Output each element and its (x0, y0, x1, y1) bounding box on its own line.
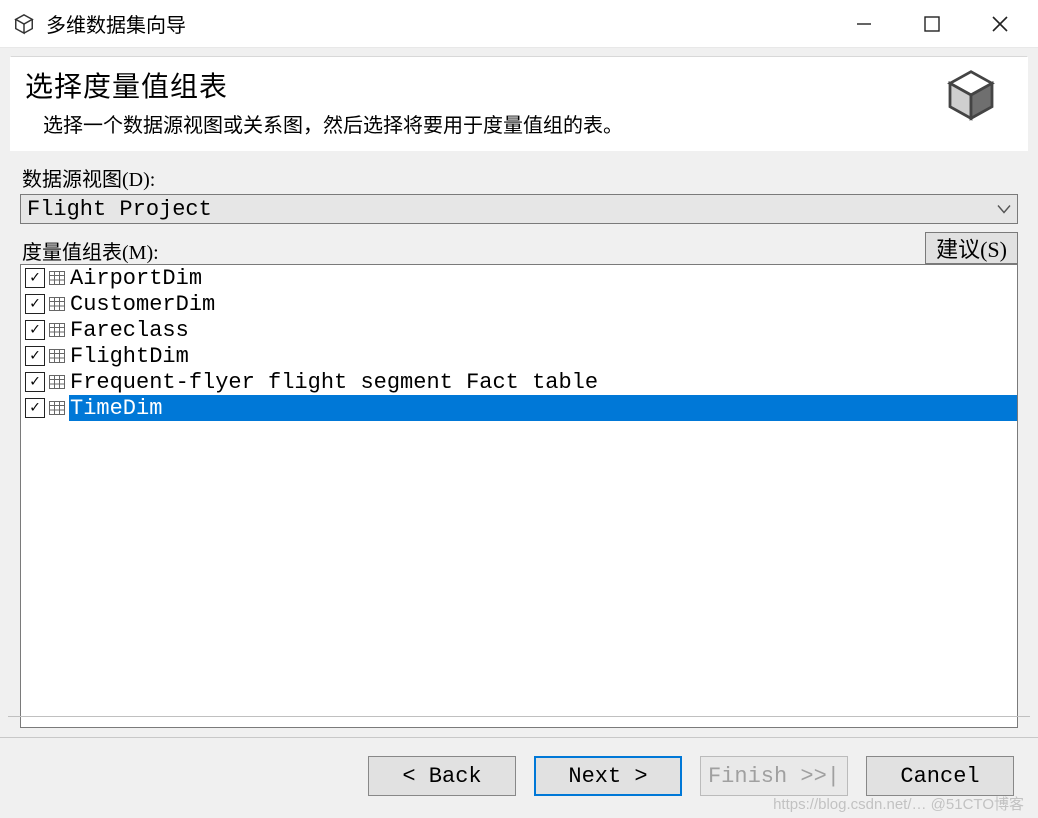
checkbox[interactable]: ✓ (25, 320, 45, 340)
measure-label: 度量值组表(M): (20, 232, 925, 265)
next-button[interactable]: Next > (534, 756, 682, 796)
checkbox[interactable]: ✓ (25, 346, 45, 366)
table-icon (49, 349, 65, 363)
table-icon (49, 375, 65, 389)
checkbox[interactable]: ✓ (25, 372, 45, 392)
list-item-label: TimeDim (69, 395, 1017, 421)
watermark: https://blog.csdn.net/… @51CTO博客 (773, 793, 1024, 814)
chevron-down-icon (997, 197, 1011, 222)
list-item[interactable]: ✓ FlightDim (21, 343, 1017, 369)
minimize-button[interactable] (830, 2, 898, 46)
cube-icon (10, 10, 38, 38)
list-item[interactable]: ✓ Frequent-flyer flight segment Fact tabl… (21, 369, 1017, 395)
table-icon (49, 323, 65, 337)
dsv-label: 数据源视图(D): (20, 163, 155, 192)
measure-tables-listbox[interactable]: ✓ AirportDim ✓ CustomerDim ✓ Fareclass ✓ Flight… (20, 264, 1018, 728)
list-item-label: Fareclass (69, 317, 1017, 343)
list-item-label: Frequent-flyer flight segment Fact table (69, 369, 1017, 395)
finish-button: Finish >>| (700, 756, 848, 796)
list-item-label: CustomerDim (69, 291, 1017, 317)
suggest-button[interactable]: 建议(S) (925, 232, 1018, 264)
close-button[interactable] (966, 2, 1034, 46)
list-item[interactable]: ✓ CustomerDim (21, 291, 1017, 317)
list-item-label: FlightDim (69, 343, 1017, 369)
table-icon (49, 271, 65, 285)
checkbox[interactable]: ✓ (25, 294, 45, 314)
cube-large-icon (943, 67, 1003, 127)
dsv-label-row: 数据源视图(D): (20, 163, 1018, 192)
table-icon (49, 401, 65, 415)
maximize-button[interactable] (898, 2, 966, 46)
list-item-label: AirportDim (69, 265, 1017, 291)
list-item[interactable]: ✓ TimeDim (21, 395, 1017, 421)
checkbox[interactable]: ✓ (25, 398, 45, 418)
page-subheading: 选择一个数据源视图或关系图，然后选择将要用于度量值组的表。 (43, 109, 943, 138)
footer-separator (8, 716, 1030, 717)
list-item[interactable]: ✓ AirportDim (21, 265, 1017, 291)
cancel-button[interactable]: Cancel (866, 756, 1014, 796)
wizard-header: 选择度量值组表 选择一个数据源视图或关系图，然后选择将要用于度量值组的表。 (10, 56, 1028, 151)
list-item[interactable]: ✓ Fareclass (21, 317, 1017, 343)
back-button[interactable]: < Back (368, 756, 516, 796)
checkbox[interactable]: ✓ (25, 268, 45, 288)
title-bar: 多维数据集向导 (0, 0, 1038, 48)
table-icon (49, 297, 65, 311)
dsv-combobox[interactable]: Flight Project (20, 194, 1018, 224)
window-title: 多维数据集向导 (46, 9, 186, 38)
page-heading: 选择度量值组表 (25, 65, 943, 105)
wizard-content: 数据源视图(D): Flight Project 度量值组表(M): 建议(S)… (0, 151, 1038, 728)
dsv-value: Flight Project (27, 197, 212, 222)
